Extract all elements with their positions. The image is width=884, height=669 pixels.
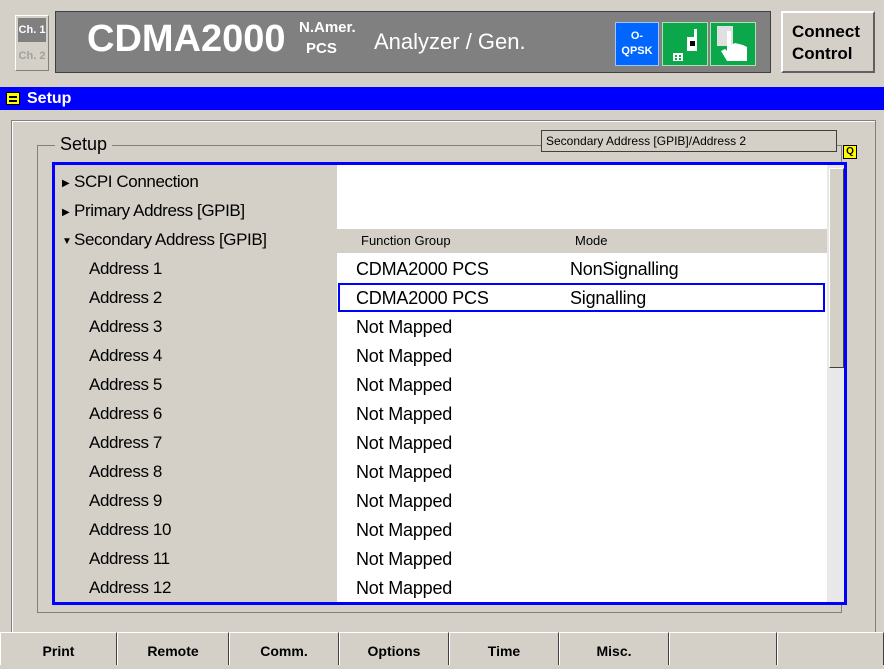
app-title: CDMA2000 xyxy=(87,18,286,60)
title-band: PCS xyxy=(306,40,337,57)
title-box: CDMA2000 N.Amer. PCS Analyzer / Gen. O- … xyxy=(55,11,771,73)
channel-1-button[interactable]: Ch. 1 xyxy=(18,18,46,42)
modulation-button[interactable]: O- QPSK xyxy=(615,22,659,66)
channel-2-button[interactable]: Ch. 2 xyxy=(18,44,46,68)
tab-empty-1[interactable] xyxy=(669,632,777,665)
tab-print[interactable]: Print xyxy=(0,632,117,665)
modulation-line-2: QPSK xyxy=(621,45,653,57)
modulation-line-1: O- xyxy=(630,30,644,42)
tab-remote[interactable]: Remote xyxy=(117,632,229,665)
connect-label-1: Connect xyxy=(792,22,860,41)
channel-selector: Ch. 1 Ch. 2 xyxy=(15,15,49,71)
tab-comm[interactable]: Comm. xyxy=(229,632,339,665)
refresh-icon[interactable]: Q xyxy=(843,145,857,159)
selection-status: Secondary Address [GPIB]/Address 2 xyxy=(541,130,837,152)
connect-control-button[interactable]: Connect Control xyxy=(781,11,875,73)
generator-button[interactable] xyxy=(662,22,708,66)
tab-time[interactable]: Time xyxy=(449,632,559,665)
app-subtitle: Analyzer / Gen. xyxy=(374,29,526,54)
remote-hand-button[interactable] xyxy=(710,22,756,66)
tab-misc[interactable]: Misc. xyxy=(559,632,669,665)
focus-frame xyxy=(52,162,847,605)
generator-icon xyxy=(673,29,697,61)
title-region: N.Amer. xyxy=(299,19,356,36)
tab-empty-2[interactable] xyxy=(777,632,884,665)
group-title: Setup xyxy=(55,134,113,155)
menu-icon[interactable] xyxy=(6,92,20,105)
hand-icon xyxy=(717,26,747,61)
header-bar: Ch. 1 Ch. 2 CDMA2000 N.Amer. PCS Analyze… xyxy=(0,0,884,86)
setup-menu-bar: Setup xyxy=(0,87,884,110)
connect-label-2: Control xyxy=(792,44,853,63)
tab-options[interactable]: Options xyxy=(339,632,449,665)
softkey-tab-bar: Print Remote Comm. Options Time Misc. xyxy=(0,632,884,665)
menu-title: Setup xyxy=(27,90,72,107)
